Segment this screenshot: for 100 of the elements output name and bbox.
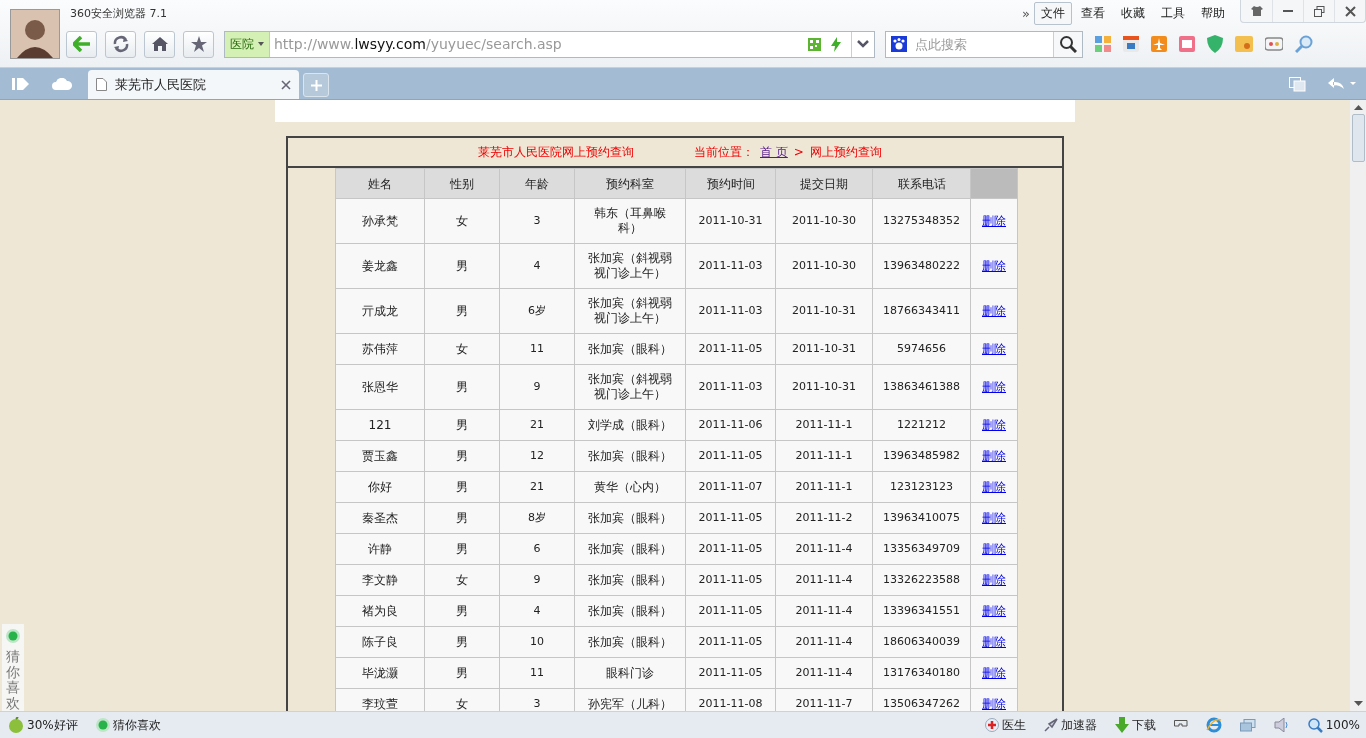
lightning-icon[interactable] [831,36,841,52]
airplane-icon[interactable] [1151,36,1167,52]
table-cell: 男 [424,243,500,289]
avatar[interactable] [10,9,60,59]
table-cell: 8岁 [499,502,575,534]
calendar-icon[interactable] [1123,36,1139,52]
table-cell: 2011-11-05 [685,595,776,627]
search-bar[interactable]: 点此搜索 [885,30,1083,58]
table-cell: 121 [335,409,425,441]
table-cell: 2011-11-4 [775,595,873,627]
windows-icon[interactable] [1239,718,1256,732]
more-button[interactable]: » [1022,5,1030,21]
status-item[interactable]: 加速器 [1043,716,1097,734]
table-cell: 2011-11-1 [775,471,873,503]
medical-cross-icon [984,718,999,732]
breadcrumb-separator: > [793,145,804,159]
table-cell: 眼科门诊 [574,657,686,689]
delete-link[interactable]: 删除 [982,666,1006,680]
delete-link[interactable]: 删除 [982,511,1006,525]
table-cell: 女 [424,198,500,244]
favorite-button[interactable] [183,30,214,58]
close-tab-icon[interactable] [281,79,291,90]
column-header: 提交日期 [775,168,873,199]
delete-link[interactable]: 删除 [982,259,1006,273]
delete-link[interactable]: 删除 [982,480,1006,494]
table-cell: 18766343411 [872,288,971,334]
delete-link[interactable]: 删除 [982,635,1006,649]
back-button[interactable] [66,30,97,58]
home-link[interactable]: 首 页 [760,143,788,161]
coupon-icon[interactable] [1235,36,1253,52]
dot-icon [95,718,110,732]
magnifier-icon[interactable] [1295,35,1313,53]
qr-code-icon[interactable] [808,37,821,51]
site-tag[interactable]: 医院 [225,31,270,57]
table-cell: 女 [424,564,500,596]
delete-link[interactable]: 删除 [982,214,1006,228]
menu-item[interactable]: 文件 [1034,1,1072,25]
menu-item[interactable]: 帮助 [1194,1,1232,25]
address-field[interactable]: 医院 http://www.lwsyy.com/yuyuec/search.asp [224,30,875,58]
shield-icon[interactable] [1207,35,1223,53]
delete-link[interactable]: 删除 [982,304,1006,318]
menu-item[interactable]: 查看 [1074,1,1112,25]
scroll-up-icon[interactable] [1353,104,1363,110]
new-tab-button[interactable] [303,73,329,97]
scrollbar[interactable] [1350,100,1366,711]
menu-item[interactable]: 工具 [1154,1,1192,25]
table-cell: 13963485982 [872,440,971,472]
scroll-down-icon[interactable] [1353,701,1363,707]
table-cell: 李玟萱 [335,688,425,711]
close-icon [1344,5,1356,17]
ticket-icon[interactable] [1179,36,1195,52]
table-cell: 男 [424,502,500,534]
speaker-icon[interactable] [1273,718,1290,732]
browser-tab[interactable]: 莱芜市人民医院 [88,70,299,99]
table-cell: 6 [499,533,575,565]
table-cell: 张加宾（眼科） [574,595,686,627]
table-cell: 男 [424,533,500,565]
table-cell: 张加宾（斜视弱视门诊上午） [574,288,686,334]
status-item[interactable]: 猜你喜欢 [95,716,161,734]
table-cell: 你好 [335,471,425,503]
refresh-button[interactable] [105,30,136,58]
table-cell: 张加宾（斜视弱视门诊上午） [574,364,686,410]
menu-item[interactable]: 收藏 [1114,1,1152,25]
delete-link[interactable]: 删除 [982,449,1006,463]
ie-icon[interactable] [1205,717,1222,733]
table-cell: 2011-10-31 [685,198,776,244]
table-cell: 9 [499,564,575,596]
table-cell: 2011-11-1 [775,409,873,441]
column-header: 姓名 [335,168,425,199]
home-button[interactable] [144,30,175,58]
table-cell: 张加宾（眼科） [574,626,686,658]
status-item[interactable]: 下载 [1114,716,1156,734]
delete-link[interactable]: 删除 [982,380,1006,394]
status-item[interactable]: 医生 [984,716,1026,734]
delete-link[interactable]: 删除 [982,542,1006,556]
table-cell: 男 [424,440,500,472]
table-cell: 2011-11-05 [685,440,776,472]
flag-icon[interactable] [1173,720,1188,730]
status-item[interactable]: 30%好评 [8,716,78,734]
dot-icon [6,629,20,644]
search-button[interactable] [1053,31,1082,57]
apps-icon[interactable] [1095,36,1111,52]
zoom-control[interactable]: 100% [1307,717,1360,733]
column-header: 预约科室 [574,168,686,199]
side-widget[interactable]: 猜你喜欢 [2,624,24,711]
table-cell: 张加宾（眼科） [574,564,686,596]
scroll-thumb[interactable] [1351,114,1365,162]
table-cell: 13863461388 [872,364,971,410]
table-cell: 张加宾（眼科） [574,502,686,534]
table-cell: 2011-11-4 [775,564,873,596]
delete-link[interactable]: 删除 [982,573,1006,587]
table-cell: 13396341551 [872,595,971,627]
table-cell: 2011-11-05 [685,657,776,689]
delete-link[interactable]: 删除 [982,604,1006,618]
game-icon[interactable] [1265,36,1283,52]
table-cell: 2011-10-31 [775,333,873,365]
delete-link[interactable]: 删除 [982,418,1006,432]
table-cell: 11 [499,657,575,689]
delete-link[interactable]: 删除 [982,342,1006,356]
delete-link[interactable]: 删除 [982,697,1006,711]
